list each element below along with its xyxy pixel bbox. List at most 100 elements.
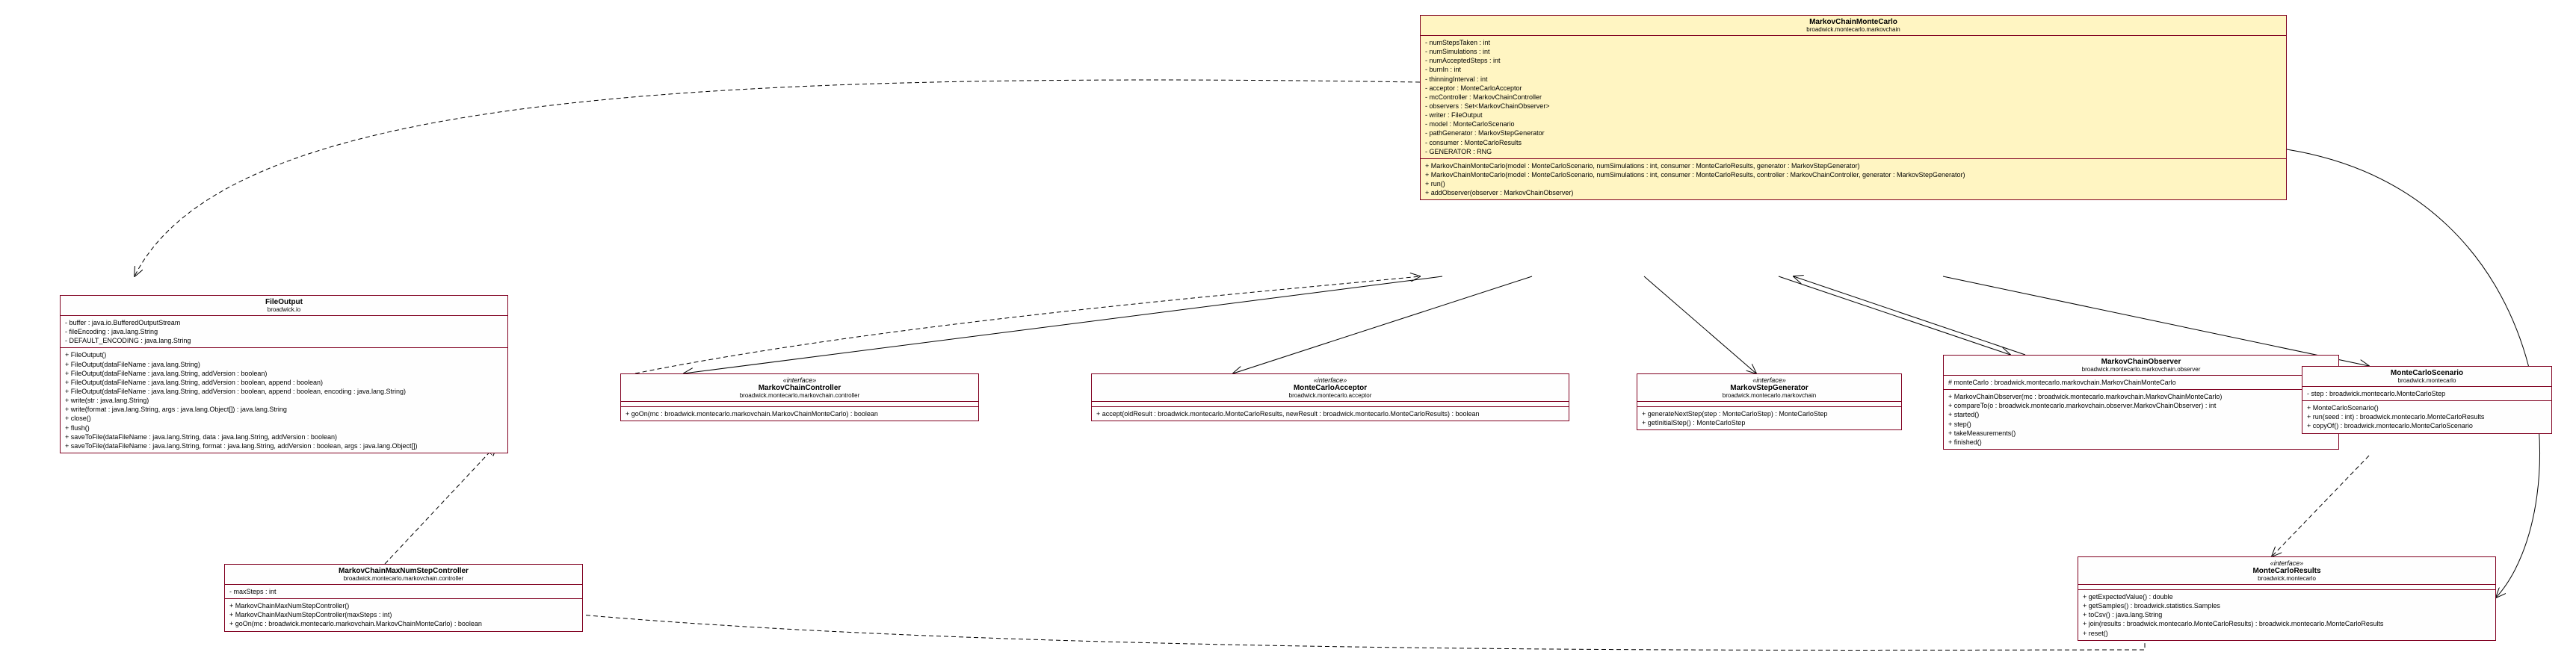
class-name-label: MonteCarloAcceptor — [1294, 384, 1367, 392]
empty-fields — [1092, 402, 1569, 407]
field-row: - thinningInterval : int — [1425, 75, 2282, 84]
method-row: + reset() — [2083, 629, 2491, 638]
class-name-label: FileOutput — [265, 298, 303, 306]
assoc-mcmc-observer-1 — [1779, 276, 2010, 355]
assoc-mcmc-observer-2 — [1794, 276, 2025, 355]
class-package-label: broadwick.montecarlo.markovchain.observe… — [1950, 366, 2332, 373]
method-row: + step() — [1948, 420, 2334, 429]
field-row: - acceptor : MonteCarloAcceptor — [1425, 84, 2282, 93]
realize-maxnum-controller — [385, 444, 497, 564]
class-title: MarkovChainMaxNumStepController broadwic… — [225, 565, 582, 585]
methods-section: + generateNextStep(step : MonteCarloStep… — [1637, 407, 1901, 429]
method-row: + MarkovChainObserver(mc : broadwick.mon… — [1948, 392, 2334, 401]
method-row: + FileOutput(dataFileName : java.lang.St… — [65, 387, 503, 396]
method-row: + takeMeasurements() — [1948, 429, 2334, 438]
method-row: + accept(oldResult : broadwick.montecarl… — [1096, 409, 1564, 418]
empty-fields — [1637, 402, 1901, 407]
class-markovchainmaxnumstepcontroller: MarkovChainMaxNumStepController broadwic… — [224, 564, 583, 632]
method-row: + MarkovChainMonteCarlo(model : MonteCar… — [1425, 170, 2282, 179]
class-title: «interface» MonteCarloAcceptor broadwick… — [1092, 374, 1569, 402]
field-row: - writer : FileOutput — [1425, 111, 2282, 120]
dep-maxnum-results-part — [452, 601, 2145, 650]
method-row: + finished() — [1948, 438, 2334, 447]
method-row: + write(format : java.lang.String, args … — [65, 405, 503, 414]
fields-section: - maxSteps : int — [225, 585, 582, 599]
class-title: FileOutput broadwick.io — [61, 296, 507, 316]
method-row: + MarkovChainMaxNumStepController() — [229, 601, 578, 610]
class-fileoutput: FileOutput broadwick.io - buffer : java.… — [60, 295, 508, 453]
field-row: - observers : Set<MarkovChainObserver> — [1425, 102, 2282, 111]
method-row: + flush() — [65, 424, 503, 432]
methods-section: + MarkovChainMaxNumStepController() + Ma… — [225, 599, 582, 630]
method-row: + FileOutput(dataFileName : java.lang.St… — [65, 360, 503, 369]
field-row: - numSimulations : int — [1425, 47, 2282, 56]
class-name-label: MarkovChainMaxNumStepController — [339, 567, 469, 575]
method-row: + FileOutput() — [65, 350, 503, 359]
class-name-label: MarkovChainMonteCarlo — [1809, 18, 1897, 26]
field-row: - consumer : MonteCarloResults — [1425, 138, 2282, 147]
class-title: «interface» MonteCarloResults broadwick.… — [2078, 557, 2495, 585]
field-row: - mcController : MarkovChainController — [1425, 93, 2282, 102]
class-name-label: MarkovStepGenerator — [1730, 384, 1808, 392]
fields-section: - numStepsTaken : int - numSimulations :… — [1421, 36, 2286, 159]
stereotype-label: «interface» — [1098, 376, 1563, 384]
method-row: + getExpectedValue() : double — [2083, 592, 2491, 601]
assoc-mcmc-scenario — [1943, 276, 2369, 366]
class-package-label: broadwick.montecarlo.acceptor — [1098, 392, 1563, 399]
field-row: - step : broadwick.montecarlo.MonteCarlo… — [2307, 389, 2547, 398]
class-package-label: broadwick.montecarlo.markovchain.control… — [231, 575, 576, 582]
fields-section: # monteCarlo : broadwick.montecarlo.mark… — [1944, 376, 2338, 390]
method-row: + close() — [65, 414, 503, 423]
method-row: + saveToFile(dataFileName : java.lang.St… — [65, 441, 503, 450]
method-row: + saveToFile(dataFileName : java.lang.St… — [65, 432, 503, 441]
stereotype-label: «interface» — [2084, 559, 2489, 567]
class-name-label: MarkovChainController — [759, 384, 841, 392]
assoc-mcmc-stepgen — [1644, 276, 1756, 373]
field-row: - numStepsTaken : int — [1425, 38, 2282, 47]
class-package-label: broadwick.io — [67, 306, 501, 313]
empty-fields — [2078, 585, 2495, 590]
method-row: + write(str : java.lang.String) — [65, 396, 503, 405]
method-row: + join(results : broadwick.montecarlo.Mo… — [2083, 619, 2491, 628]
field-row: - GENERATOR : RNG — [1425, 147, 2282, 156]
class-name-label: MonteCarloResults — [2252, 567, 2320, 575]
method-row: + MarkovChainMonteCarlo(model : MonteCar… — [1425, 161, 2282, 170]
class-markovchainmontecarlo: MarkovChainMonteCarlo broadwick.montecar… — [1420, 15, 2287, 200]
field-row: - burnIn : int — [1425, 65, 2282, 74]
class-package-label: broadwick.montecarlo — [2084, 575, 2489, 582]
class-name-label: MonteCarloScenario — [2391, 369, 2463, 377]
class-title: MonteCarloScenario broadwick.montecarlo — [2302, 367, 2551, 387]
method-row: + compareTo(o : broadwick.montecarlo.mar… — [1948, 401, 2334, 410]
method-row: + run(seed : int) : broadwick.montecarlo… — [2307, 412, 2547, 421]
field-row: - buffer : java.io.BufferedOutputStream — [65, 318, 503, 327]
method-row: + FileOutput(dataFileName : java.lang.St… — [65, 378, 503, 387]
method-row: + MonteCarloScenario() — [2307, 403, 2547, 412]
method-row: + MarkovChainMaxNumStepController(maxSte… — [229, 610, 578, 619]
method-row: + getInitialStep() : MonteCarloStep — [1642, 418, 1897, 427]
field-row: - numAcceptedSteps : int — [1425, 56, 2282, 65]
class-name-label: MarkovChainObserver — [2101, 358, 2181, 366]
stereotype-label: «interface» — [1643, 376, 1895, 384]
class-title: MarkovChainObserver broadwick.montecarlo… — [1944, 356, 2338, 376]
stereotype-label: «interface» — [627, 376, 972, 384]
methods-section: + FileOutput() + FileOutput(dataFileName… — [61, 348, 507, 453]
dep-controller-mcmc — [635, 276, 1420, 373]
field-row: - model : MonteCarloScenario — [1425, 120, 2282, 128]
class-markovstepgenerator: «interface» MarkovStepGenerator broadwic… — [1637, 373, 1902, 430]
field-row: - DEFAULT_ENCODING : java.lang.String — [65, 336, 503, 345]
methods-section: + MarkovChainObserver(mc : broadwick.mon… — [1944, 390, 2338, 449]
methods-section: + goOn(mc : broadwick.montecarlo.markovc… — [621, 407, 978, 421]
methods-section: + MonteCarloScenario() + run(seed : int)… — [2302, 401, 2551, 432]
class-title: «interface» MarkovStepGenerator broadwic… — [1637, 374, 1901, 402]
method-row: + FileOutput(dataFileName : java.lang.St… — [65, 369, 503, 378]
class-package-label: broadwick.montecarlo.markovchain — [1643, 392, 1895, 399]
method-row: + run() — [1425, 179, 2282, 188]
method-row: + generateNextStep(step : MonteCarloStep… — [1642, 409, 1897, 418]
class-package-label: broadwick.montecarlo.markovchain — [1427, 26, 2280, 33]
fields-section: - buffer : java.io.BufferedOutputStream … — [61, 316, 507, 348]
field-row: - maxSteps : int — [229, 587, 578, 596]
method-row: + goOn(mc : broadwick.montecarlo.markovc… — [626, 409, 974, 418]
class-markovchainobserver: MarkovChainObserver broadwick.montecarlo… — [1943, 355, 2339, 450]
methods-section: + getExpectedValue() : double + getSampl… — [2078, 590, 2495, 640]
fields-section: - step : broadwick.montecarlo.MonteCarlo… — [2302, 387, 2551, 401]
